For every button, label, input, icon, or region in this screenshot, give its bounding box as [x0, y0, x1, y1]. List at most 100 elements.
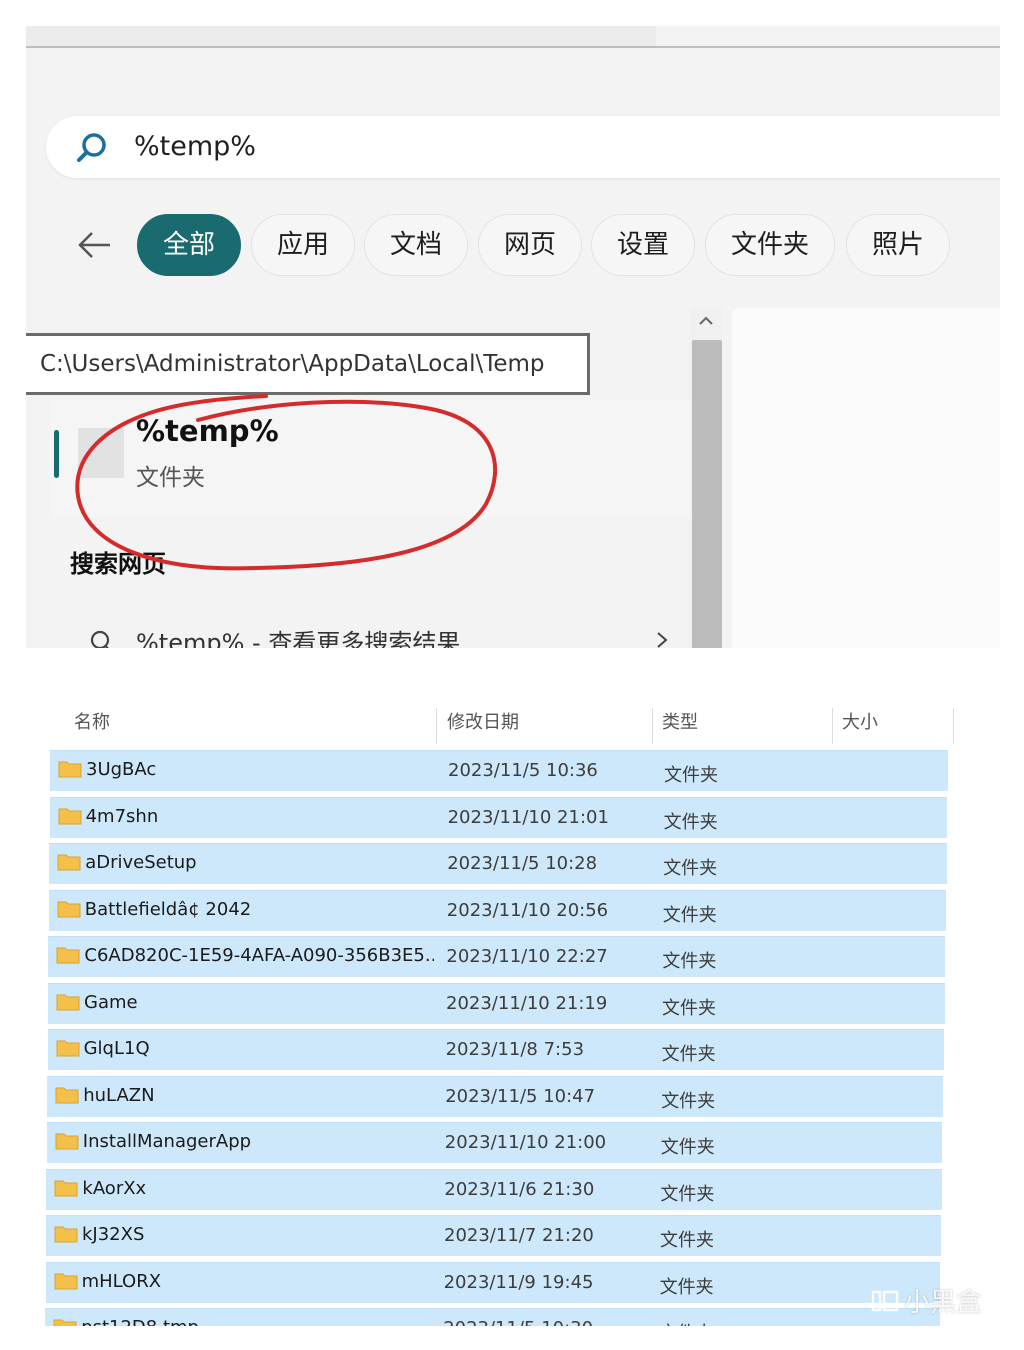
- file-modified-date: 2023/11/5 10:28: [447, 853, 598, 874]
- search-input[interactable]: %temp%: [134, 130, 256, 164]
- filter-folders[interactable]: 文件夹: [705, 214, 835, 276]
- table-row[interactable]: mHLORX 2023/11/9 19:45 文件夹: [45, 1261, 941, 1303]
- web-section-heading: 搜索网页: [70, 550, 166, 578]
- watermark-text: 小黑盒: [904, 1288, 983, 1318]
- file-name: InstallManagerApp: [82, 1131, 252, 1152]
- file-name: huLAZN: [83, 1084, 155, 1106]
- table-row[interactable]: C6AD820C-1E59-4AFA-A090-356B3E5... 2023/1…: [48, 936, 946, 977]
- preview-pane: [732, 308, 1000, 648]
- file-modified-date: 2023/11/5 10:36: [448, 760, 598, 781]
- search-icon: [77, 133, 106, 162]
- column-header-modified[interactable]: 修改日期: [447, 708, 519, 734]
- filter-settings[interactable]: 设置: [591, 214, 695, 276]
- column-header-type[interactable]: 类型: [662, 708, 698, 734]
- watermark: 小黑盒: [870, 1282, 982, 1319]
- column-header-size[interactable]: 大小: [842, 708, 878, 734]
- table-row[interactable]: Game 2023/11/10 21:19 文件夹: [48, 982, 945, 1024]
- folder-icon: [58, 761, 82, 778]
- table-row[interactable]: 3UgBAc 2023/11/5 10:36 文件夹: [50, 750, 948, 791]
- column-header-name[interactable]: 名称: [74, 708, 110, 734]
- panel-divider: [26, 46, 1000, 48]
- best-match-title: %temp%: [136, 414, 279, 448]
- search-panel: %temp% 全部 应用 文档 网页 设置 文件夹 照片 %temp% 文件夹 …: [26, 26, 1000, 648]
- file-name: nst12D8.tmp: [81, 1317, 431, 1326]
- folder-icon: [57, 901, 81, 917]
- folder-icon: [56, 994, 80, 1010]
- panel-top-strip: [26, 26, 656, 46]
- filter-photos[interactable]: 照片: [846, 214, 950, 276]
- table-row[interactable]: kJ32XS 2023/11/7 21:20 文件夹: [46, 1215, 941, 1256]
- file-modified-date: 2023/11/5 10:30: [443, 1318, 593, 1326]
- filter-apps[interactable]: 应用: [251, 214, 355, 276]
- column-separator[interactable]: [832, 708, 833, 744]
- file-type: 文件夹: [660, 1183, 715, 1205]
- folder-icon: [54, 1273, 78, 1289]
- search-icon: [90, 630, 110, 648]
- file-type: 文件夹: [662, 904, 717, 926]
- file-modified-date: 2023/11/10 21:00: [444, 1132, 607, 1153]
- file-name: mHLORX: [81, 1270, 162, 1292]
- file-modified-date: 2023/11/8 7:53: [445, 1039, 585, 1060]
- file-name: Battlefieldâ¢ 2042: [84, 898, 252, 920]
- file-type: 文件夹: [663, 858, 718, 879]
- file-modified-date: 2023/11/10 21:19: [446, 992, 608, 1014]
- file-modified-date: 2023/11/10 20:56: [446, 899, 609, 921]
- file-type: 文件夹: [662, 997, 716, 1019]
- column-separator[interactable]: [953, 708, 954, 744]
- column-separator[interactable]: [652, 708, 653, 744]
- folder-icon: [58, 808, 82, 824]
- folder-icon: [54, 1180, 78, 1196]
- folder-icon: [57, 854, 81, 871]
- table-row[interactable]: nst12D8.tmp 2023/11/5 10:30 文件夹: [45, 1308, 940, 1326]
- table-row[interactable]: 4m7shn 2023/11/10 21:01 文件夹: [49, 796, 948, 838]
- file-type: 文件夹: [659, 1319, 713, 1326]
- column-separator[interactable]: [436, 708, 437, 744]
- file-type: 文件夹: [660, 1230, 714, 1251]
- file-rows: 3UgBAc 2023/11/5 10:36 文件夹 4m7shn 2023/11/10…: [0, 750, 1024, 1326]
- file-type: 文件夹: [664, 765, 718, 786]
- folder-icon: [53, 1319, 77, 1326]
- file-modified-date: 2023/11/10 21:01: [447, 806, 609, 828]
- table-row[interactable]: Battlefieldâ¢ 2042 2023/11/10 20:56 文件夹: [48, 889, 946, 931]
- file-type: 文件夹: [659, 1276, 714, 1298]
- file-type: 文件夹: [661, 1090, 716, 1112]
- watermark-logo-icon: [871, 1290, 899, 1311]
- filter-documents[interactable]: 文档: [364, 214, 468, 276]
- filter-all[interactable]: 全部: [137, 214, 241, 276]
- file-name: Game: [84, 991, 138, 1013]
- folder-icon: [56, 1040, 80, 1057]
- search-box[interactable]: %temp%: [46, 116, 1000, 178]
- chevron-up-icon[interactable]: [696, 311, 716, 331]
- table-row[interactable]: kAorXx 2023/11/6 21:30 文件夹: [46, 1168, 942, 1210]
- file-modified-date: 2023/11/10 22:27: [446, 946, 608, 967]
- folder-icon: [55, 1087, 79, 1103]
- table-row[interactable]: huLAZN 2023/11/5 10:47 文件夹: [47, 1075, 944, 1117]
- file-modified-date: 2023/11/7 21:20: [444, 1225, 594, 1246]
- selection-indicator: [54, 430, 59, 478]
- table-row[interactable]: InstallManagerApp 2023/11/10 21:00 文件夹: [46, 1122, 943, 1163]
- scrollbar-thumb[interactable]: [692, 340, 722, 648]
- file-type: 文件夹: [663, 811, 718, 833]
- file-modified-date: 2023/11/5 10:47: [445, 1085, 596, 1107]
- file-modified-date: 2023/11/9 19:45: [443, 1271, 594, 1293]
- folder-icon: [55, 1133, 79, 1150]
- file-name: aDriveSetup: [85, 852, 197, 873]
- file-type: 文件夹: [661, 1044, 716, 1065]
- best-match-subtitle: 文件夹: [136, 465, 205, 491]
- file-explorer-list: 名称 修改日期 类型 大小 3UgBAc 2023/11/5 10:36 文件夹 4m…: [0, 690, 1024, 1326]
- file-name: kAorXx: [82, 1177, 147, 1199]
- file-name: kJ32XS: [82, 1224, 145, 1245]
- folder-icon: [56, 947, 80, 964]
- file-name: 4m7shn: [85, 805, 159, 827]
- web-search-item[interactable]: %temp% - 查看更多搜索结果: [136, 623, 460, 648]
- file-name: C6AD820C-1E59-4AFA-A090-356B3E5...: [84, 945, 435, 966]
- folder-icon: [78, 428, 124, 478]
- chevron-right-icon[interactable]: [652, 630, 672, 648]
- file-name: GlqL1Q: [83, 1038, 150, 1059]
- filter-web[interactable]: 网页: [478, 214, 582, 276]
- back-arrow-icon[interactable]: [76, 226, 114, 264]
- table-row[interactable]: GlqL1Q 2023/11/8 7:53 文件夹: [47, 1029, 944, 1070]
- table-row[interactable]: aDriveSetup 2023/11/5 10:28 文件夹: [49, 843, 947, 884]
- file-modified-date: 2023/11/6 21:30: [444, 1178, 595, 1200]
- file-name: 3UgBAc: [86, 759, 157, 780]
